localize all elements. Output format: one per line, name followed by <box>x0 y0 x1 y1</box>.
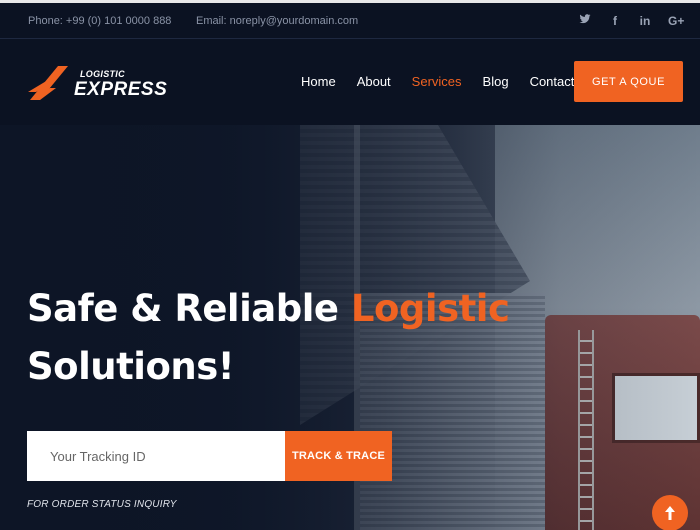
nav-item-services[interactable]: Services <box>412 74 462 89</box>
facebook-icon[interactable]: f <box>608 13 622 29</box>
hero-section: Safe & Reliable Logistic Solutions! Your… <box>0 125 700 530</box>
get-quote-button[interactable]: GET A QOUE <box>574 61 683 102</box>
headline-highlight: Logistic <box>350 287 510 330</box>
scroll-top-button[interactable] <box>652 495 688 530</box>
track-trace-button[interactable]: TRACK & TRACE <box>285 431 392 481</box>
hero-headline: Safe & Reliable Logistic Solutions! <box>27 280 510 396</box>
tracking-form: Your Tracking ID TRACK & TRACE <box>27 431 392 481</box>
logo-icon <box>28 66 68 100</box>
linkedin-icon[interactable]: in <box>638 13 652 29</box>
logo[interactable]: LOGISTIC EXPRESS <box>28 63 167 103</box>
headline-line2: Solutions! <box>27 345 235 388</box>
logo-text-small: LOGISTIC <box>80 69 125 79</box>
nav-menu: Home About Services Blog Contact <box>301 74 595 89</box>
nav-item-home[interactable]: Home <box>301 74 336 89</box>
nav-item-about[interactable]: About <box>357 74 391 89</box>
twitter-icon[interactable] <box>578 13 592 29</box>
logo-text-big: EXPRESS <box>74 79 168 100</box>
nav-item-blog[interactable]: Blog <box>483 74 509 89</box>
main-navbar: LOGISTIC EXPRESS Home About Services Blo… <box>0 39 700 125</box>
inquiry-note: FOR ORDER STATUS INQUIRY <box>27 499 177 510</box>
nav-item-contact[interactable]: Contact <box>530 74 575 89</box>
email-address: Email: noreply@yourdomain.com <box>196 15 359 27</box>
tracking-id-input[interactable]: Your Tracking ID <box>27 431 285 481</box>
google-plus-icon[interactable]: G+ <box>668 13 684 29</box>
top-bar: Phone: +99 (0) 101 0000 888 Email: norep… <box>0 0 700 39</box>
arrow-up-icon <box>665 506 675 520</box>
social-links: f in G+ <box>578 13 684 29</box>
headline-text: Safe & Reliable <box>27 287 351 330</box>
phone-number: Phone: +99 (0) 101 0000 888 <box>28 15 172 27</box>
